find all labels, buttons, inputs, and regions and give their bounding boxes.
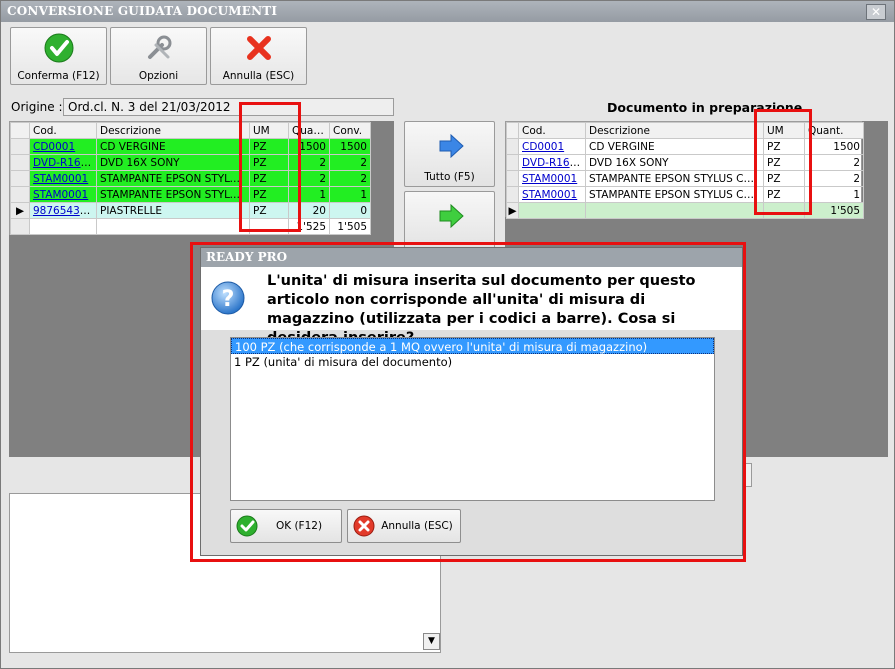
col-description[interactable]: Descrizione xyxy=(96,122,250,139)
table-row[interactable]: STAM0001 STAMPANTE EPSON STYLUS... PZ 2 … xyxy=(10,170,371,187)
dialog-cancel-label: Annulla (ESC) xyxy=(381,520,453,532)
dialog-cancel-button[interactable]: Annulla (ESC) xyxy=(347,509,461,543)
cancel-button[interactable]: Annulla (ESC) xyxy=(210,27,307,85)
item-quantity: 2 xyxy=(804,170,864,187)
item-code-link[interactable]: DVD-R16X... xyxy=(33,157,96,169)
dialog-title-bar: READY PRO xyxy=(201,248,742,267)
table-row[interactable]: DVD-R16X... DVD 16X SONY PZ 2 2 xyxy=(10,154,371,171)
dialog-header: ? L'unita' di misura inserita sul docume… xyxy=(201,267,742,346)
window-title-bar: CONVERSIONE GUIDATA DOCUMENTI xyxy=(1,1,894,22)
row-pointer-icon: ▶ xyxy=(506,202,519,219)
cancel-icon xyxy=(353,515,375,537)
um-highlight-annotation xyxy=(239,102,301,232)
svg-text:?: ? xyxy=(222,287,235,312)
transfer-all-label: Tutto (F5) xyxy=(424,171,475,183)
table-row[interactable]: STAM0001 STAMPANTE EPSON STYLUS... PZ 1 … xyxy=(10,186,371,203)
total-conv: 1'505 xyxy=(329,218,371,235)
table-row-current[interactable]: ▶ 9876543307 PIASTRELLE PZ 20 0 xyxy=(10,202,371,219)
confirm-label: Conferma (F12) xyxy=(17,70,100,82)
item-quantity: 1 xyxy=(804,186,864,203)
col-code[interactable]: Cod. xyxy=(29,122,97,139)
row-pointer-icon: ▶ xyxy=(10,202,30,219)
item-code-link[interactable]: STAM0001 xyxy=(522,173,577,185)
options-button[interactable]: Opzioni xyxy=(110,27,207,85)
checkmark-icon xyxy=(44,33,74,63)
um-highlight-annotation xyxy=(754,109,812,215)
close-button[interactable]: ✕ xyxy=(866,4,886,20)
unit-options-list[interactable]: 100 PZ (che corrisponde a 1 MQ ovvero l'… xyxy=(230,337,715,501)
ok-label: OK (F12) xyxy=(275,520,323,532)
blue-arrow-right-icon xyxy=(439,134,464,158)
totals-row: 1'525 1'505 xyxy=(10,218,371,235)
item-code-link[interactable]: STAM0001 xyxy=(522,189,577,201)
dialog-title: READY PRO xyxy=(206,250,288,264)
item-description: PIASTRELLE xyxy=(96,202,250,219)
checkmark-icon xyxy=(236,515,258,537)
col-description[interactable]: Descrizione xyxy=(585,122,764,139)
cancel-label: Annulla (ESC) xyxy=(222,70,295,82)
item-code-link[interactable]: STAM0001 xyxy=(33,173,88,185)
item-code-link[interactable]: CD0001 xyxy=(33,141,75,153)
item-code-link[interactable]: STAM0001 xyxy=(33,189,88,201)
item-description: CD VERGINE xyxy=(96,138,250,155)
wrench-icon xyxy=(148,35,172,59)
col-code[interactable]: Cod. xyxy=(518,122,586,139)
red-x-icon xyxy=(247,36,271,60)
item-conv: 1 xyxy=(329,186,371,203)
item-description: DVD 16X SONY xyxy=(96,154,250,171)
transfer-all-button[interactable]: Tutto (F5) xyxy=(404,121,495,187)
origin-label: Origine : xyxy=(11,100,63,114)
item-quantity: 1500 xyxy=(804,138,864,155)
item-description: DVD 16X SONY xyxy=(585,154,764,171)
chevron-down-icon: ▼ xyxy=(428,636,435,646)
item-code-link[interactable]: CD0001 xyxy=(522,141,564,153)
item-description: CD VERGINE xyxy=(585,138,764,155)
item-conv: 2 xyxy=(329,154,371,171)
col-conv[interactable]: Conv. xyxy=(329,122,371,139)
close-icon: ✕ xyxy=(870,5,882,19)
options-label: Opzioni xyxy=(138,70,179,82)
origin-field: Ord.cl. N. 3 del 21/03/2012 xyxy=(63,98,394,116)
list-item[interactable]: 100 PZ (che corrisponde a 1 MQ ovvero l'… xyxy=(231,338,714,354)
item-code-link[interactable]: 9876543307 xyxy=(33,205,96,217)
item-description: STAMPANTE EPSON STYLUS COL... xyxy=(585,186,764,203)
source-grid-header: Cod. Descrizione UM Quant. Conv. xyxy=(10,122,371,139)
item-description: STAMPANTE EPSON STYLUS COL... xyxy=(585,170,764,187)
table-row[interactable]: CD0001 CD VERGINE PZ 1500 1500 xyxy=(10,138,371,155)
item-code-link[interactable]: DVD-R16X... xyxy=(522,157,585,169)
item-conv: 1500 xyxy=(329,138,371,155)
list-item[interactable]: 1 PZ (unita' di misura del documento) xyxy=(231,354,714,370)
confirm-button[interactable]: Conferma (F12) xyxy=(10,27,107,85)
col-quantity[interactable]: Quant. xyxy=(804,122,864,139)
green-arrow-right-icon xyxy=(439,204,464,228)
item-conv: 2 xyxy=(329,170,371,187)
window-title: CONVERSIONE GUIDATA DOCUMENTI xyxy=(7,4,278,18)
item-description: STAMPANTE EPSON STYLUS... xyxy=(96,186,250,203)
item-description: STAMPANTE EPSON STYLUS... xyxy=(96,170,250,187)
item-conv: 0 xyxy=(329,202,371,219)
source-grid[interactable]: Cod. Descrizione UM Quant. Conv. CD0001 … xyxy=(9,121,371,235)
ok-button[interactable]: OK (F12) xyxy=(230,509,342,543)
target-total: 1'505 xyxy=(804,202,864,219)
item-quantity: 2 xyxy=(804,154,864,171)
scroll-down-button[interactable]: ▼ xyxy=(423,633,440,650)
question-icon: ? xyxy=(211,281,245,315)
unit-choice-dialog: READY PRO ? L'unita' di misura inserita … xyxy=(200,247,743,556)
